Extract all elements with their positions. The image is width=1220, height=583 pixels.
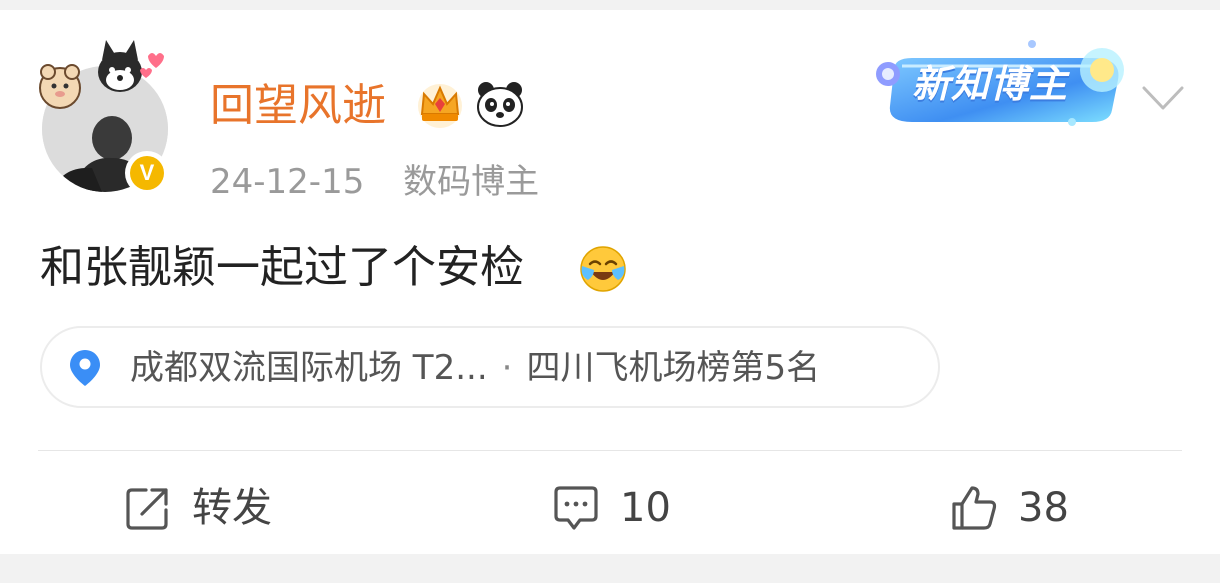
location-pin-icon: [70, 350, 100, 386]
crown-icon[interactable]: [414, 80, 466, 128]
verified-badge: V: [125, 151, 169, 195]
verified-v-icon: V: [130, 156, 164, 190]
like-button[interactable]: 38: [948, 478, 1069, 538]
comment-count: 10: [620, 485, 671, 531]
repost-label: 转发: [192, 485, 272, 531]
chevron-down-icon[interactable]: [1138, 78, 1188, 118]
post-date: 24-12-15: [210, 162, 365, 202]
avatar-pet-decoration-icon: [39, 40, 164, 109]
username[interactable]: 回望风逝: [210, 76, 386, 136]
thumbs-up-icon: [952, 486, 997, 530]
comment-button[interactable]: 10: [550, 478, 671, 538]
weibo-post-card: V 回望风逝 24-12-15 数码博主 新知博主 和张靓颖一起过了个安检 成都…: [0, 10, 1220, 554]
badge-label: 新知博主: [912, 62, 1069, 106]
panda-icon[interactable]: [474, 80, 526, 128]
location-separator: ·: [501, 348, 513, 388]
repost-button[interactable]: 转发: [122, 478, 272, 538]
location-rank: 四川飞机场榜第5名: [526, 348, 821, 388]
location-place: 成都双流国际机场 T2...: [130, 348, 488, 388]
comment-icon: [554, 486, 598, 530]
post-meta: 24-12-15 数码博主: [210, 160, 567, 204]
laughing-crying-emoji-icon: [580, 246, 626, 292]
share-icon: [126, 488, 168, 530]
user-category: 数码博主: [403, 162, 540, 202]
location-tag[interactable]: 成都双流国际机场 T2... · 四川飞机场榜第5名: [40, 326, 940, 408]
post-body: 和张靓颖一起过了个安检: [40, 242, 524, 293]
like-count: 38: [1018, 485, 1069, 531]
location-text: 成都双流国际机场 T2... · 四川飞机场榜第5名: [130, 344, 820, 392]
divider: [38, 450, 1182, 451]
